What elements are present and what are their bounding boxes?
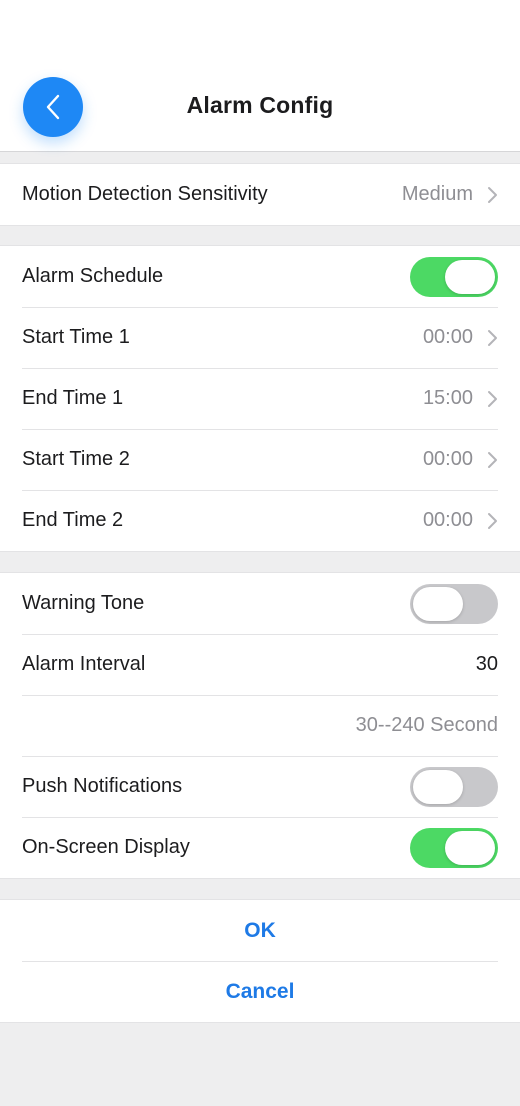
page-title: Alarm Config xyxy=(186,92,334,118)
start-time-1-row[interactable]: Start Time 1 00:00 xyxy=(0,307,520,368)
chevron-right-icon xyxy=(488,390,497,407)
cancel-label: Cancel xyxy=(225,979,295,1003)
end-time-1-row[interactable]: End Time 1 15:00 xyxy=(0,368,520,429)
end-time-2-row[interactable]: End Time 2 00:00 xyxy=(0,490,520,551)
chevron-right-icon xyxy=(488,512,497,529)
warning-tone-label: Warning Tone xyxy=(22,592,145,614)
ok-button[interactable]: OK xyxy=(0,900,520,961)
push-notifications-row: Push Notifications xyxy=(0,756,520,817)
osd-label: On-Screen Display xyxy=(22,836,190,858)
start-time-2-label: Start Time 2 xyxy=(22,448,130,470)
chevron-right-icon xyxy=(488,186,497,203)
interval-hint-row: 30--240 Second xyxy=(0,695,520,756)
end-time-1-label: End Time 1 xyxy=(22,387,124,409)
toggle-knob xyxy=(445,259,495,294)
alarm-schedule-toggle[interactable] xyxy=(410,256,498,297)
osd-toggle[interactable] xyxy=(410,827,498,868)
chevron-right-icon xyxy=(488,329,497,346)
sensitivity-group: Motion Detection Sensitivity Medium xyxy=(0,163,520,226)
start-time-2-value: 00:00 xyxy=(422,448,473,470)
push-notifications-label: Push Notifications xyxy=(22,775,183,797)
warning-tone-row: Warning Tone xyxy=(0,573,520,634)
end-time-1-value: 15:00 xyxy=(422,387,473,409)
toggle-knob xyxy=(445,830,495,865)
options-group: Warning Tone Alarm Interval 30 30--240 S… xyxy=(0,572,520,879)
alarm-interval-row[interactable]: Alarm Interval 30 xyxy=(0,634,520,695)
schedule-group: Alarm Schedule Start Time 1 00:00 End Ti… xyxy=(0,245,520,552)
actions-group: OK Cancel xyxy=(0,899,520,1023)
sensitivity-row[interactable]: Motion Detection Sensitivity Medium xyxy=(0,164,520,225)
warning-tone-toggle[interactable] xyxy=(410,583,498,624)
start-time-2-row[interactable]: Start Time 2 00:00 xyxy=(0,429,520,490)
sensitivity-value: Medium xyxy=(401,183,473,205)
interval-hint: 30--240 Second xyxy=(355,714,498,736)
push-notifications-toggle[interactable] xyxy=(410,766,498,807)
toggle-knob xyxy=(413,769,463,804)
top-bar: Alarm Config xyxy=(0,0,520,152)
alarm-interval-value[interactable]: 30 xyxy=(476,653,498,676)
ok-label: OK xyxy=(244,918,276,942)
osd-row: On-Screen Display xyxy=(0,817,520,878)
toggle-knob xyxy=(413,586,463,621)
alarm-schedule-label: Alarm Schedule xyxy=(22,265,164,287)
chevron-right-icon xyxy=(488,451,497,468)
alarm-interval-label: Alarm Interval xyxy=(22,653,146,675)
end-time-2-value: 00:00 xyxy=(422,509,473,531)
cancel-button[interactable]: Cancel xyxy=(0,961,520,1022)
alarm-schedule-row: Alarm Schedule xyxy=(0,246,520,307)
end-time-2-label: End Time 2 xyxy=(22,509,124,531)
start-time-1-value: 00:00 xyxy=(422,326,473,348)
sensitivity-label: Motion Detection Sensitivity xyxy=(22,183,268,205)
start-time-1-label: Start Time 1 xyxy=(22,326,130,348)
